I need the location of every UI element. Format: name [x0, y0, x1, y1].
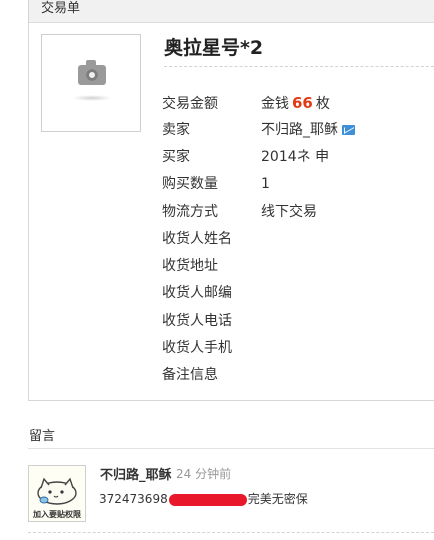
row-shipping: 物流方式 线下交易	[162, 202, 317, 222]
amount-value: 金钱 66 枚	[261, 93, 330, 114]
panel-header: 交易单	[29, 0, 434, 23]
row-quantity: 购买数量 1	[162, 174, 270, 194]
title-divider	[164, 66, 434, 67]
redaction-mark	[168, 493, 247, 506]
seller-label: 卖家	[162, 122, 190, 138]
row-amount: 交易金额 金钱 66 枚	[162, 93, 330, 113]
item-image-placeholder	[41, 34, 141, 132]
row-buyer: 买家 2014ネ 申	[162, 147, 329, 167]
shipping-value: 线下交易	[261, 204, 317, 220]
row-mobile: 收货人手机	[162, 338, 261, 358]
comment-bottom-divider	[28, 532, 434, 533]
comment-time: 24 分钟前	[176, 467, 232, 481]
amount-label: 交易金额	[162, 96, 218, 112]
comment-text-start: 372473698	[99, 492, 168, 506]
comment-author[interactable]: 不归路_耶稣	[100, 464, 172, 483]
mobile-label: 收货人手机	[162, 340, 232, 356]
amount-unit: 枚	[315, 96, 330, 112]
buyer-label: 买家	[162, 149, 190, 165]
row-address: 收货地址	[162, 256, 261, 276]
row-postcode: 收货人邮编	[162, 283, 261, 303]
item-title: 奥拉星号*2	[164, 37, 264, 59]
postcode-label: 收货人邮编	[162, 285, 232, 301]
shipping-label: 物流方式	[162, 204, 218, 220]
trade-order-panel: 交易单 奥拉星号*2 交易金额 金钱 66 枚 卖家 不归路_耶稣 买家 2014ネ 申 …	[28, 0, 434, 401]
camera-shadow	[72, 95, 112, 101]
row-recipient-name: 收货人姓名	[162, 229, 261, 249]
camera-icon	[78, 60, 106, 85]
comment-body: 372473698 完美无密保	[99, 490, 308, 507]
comments-divider	[28, 448, 434, 449]
row-notes: 备注信息	[162, 365, 261, 385]
row-seller: 卖家 不归路_耶稣	[162, 120, 355, 140]
avatar[interactable]: 加入要贴权限	[28, 465, 86, 522]
amount-number: 66	[292, 94, 313, 112]
quantity-label: 购买数量	[162, 176, 218, 192]
comment-text-end: 完美无密保	[247, 492, 308, 506]
amount-prefix: 金钱	[261, 96, 289, 112]
seller-name[interactable]: 不归路_耶稣	[261, 120, 338, 140]
notes-label: 备注信息	[162, 367, 218, 383]
row-phone: 收货人电话	[162, 311, 261, 331]
avatar-caption: 加入要贴权限	[33, 510, 81, 519]
address-label: 收货地址	[162, 258, 218, 274]
mail-icon[interactable]	[342, 125, 355, 135]
phone-label: 收货人电话	[162, 313, 232, 329]
buyer-name[interactable]: 2014ネ 申	[261, 147, 329, 167]
quantity-value: 1	[261, 176, 270, 192]
recipient-name-label: 收货人姓名	[162, 231, 232, 247]
comments-heading: 留言	[29, 429, 56, 444]
